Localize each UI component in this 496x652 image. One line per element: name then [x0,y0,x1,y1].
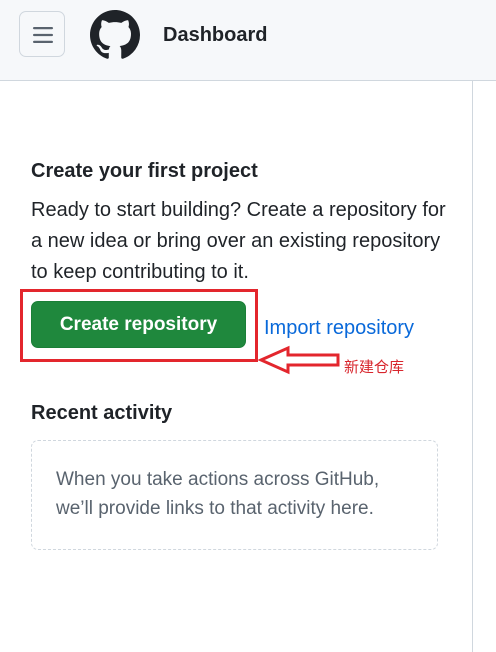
annotation-text: 新建仓库 [344,358,405,376]
recent-activity-empty-state: When you take actions across GitHub, we’… [31,440,438,550]
import-repository-link[interactable]: Import repository [264,315,414,341]
hamburger-icon [33,27,53,43]
header: Dashboard [0,0,496,81]
right-divider [472,81,473,652]
create-repository-button[interactable]: Create repository [31,301,246,348]
page-title: Dashboard [163,24,268,46]
github-logo-icon[interactable] [90,10,140,60]
recent-activity-heading: Recent activity [31,402,173,424]
first-project-description: Ready to start building? Create a reposi… [31,199,446,283]
page: Dashboard Create your first project Read… [0,0,496,652]
empty-state-text: When you take actions across GitHub, we’… [56,469,380,519]
first-project-heading: Create your first project [31,160,258,182]
menu-button[interactable] [19,11,65,57]
left-arrow-icon [258,345,340,375]
